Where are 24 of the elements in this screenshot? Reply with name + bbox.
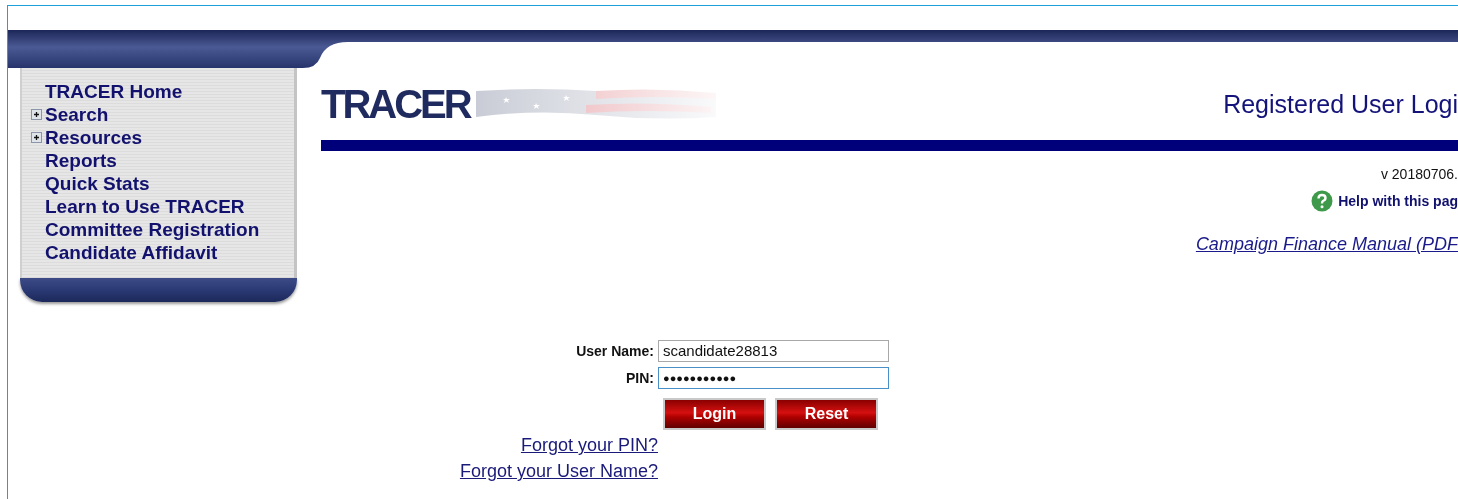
logo: TRACER	[321, 84, 470, 124]
sidebar-link[interactable]: Candidate Affidavit	[45, 241, 218, 264]
page-title: Registered User Logi	[1223, 89, 1458, 119]
sidebar-link[interactable]: Resources	[45, 126, 143, 149]
version-text: v 20180706.	[1380, 165, 1458, 183]
field-label: PIN:	[626, 370, 654, 386]
help-icon[interactable]	[1311, 190, 1334, 212]
input-field[interactable]: scandidate28813	[658, 340, 889, 362]
form-button[interactable]: Reset	[775, 398, 878, 430]
expand-icon[interactable]	[31, 109, 42, 120]
sidebar-link[interactable]: Search	[45, 103, 109, 126]
sidebar-link[interactable]: Quick Stats	[45, 172, 150, 195]
sidebar-link[interactable]: Committee Registration	[45, 218, 260, 241]
help-link[interactable]: Help with this pag	[1338, 193, 1458, 209]
sidebar-link[interactable]: TRACER Home	[45, 80, 183, 103]
input-field[interactable]: ●●●●●●●●●●●	[658, 367, 889, 389]
forgot-link[interactable]: Forgot your PIN?	[520, 435, 658, 456]
form-button[interactable]: Login	[663, 398, 766, 430]
sidebar-link[interactable]: Reports	[45, 149, 117, 172]
sidebar-link[interactable]: Learn to Use TRACER	[45, 195, 245, 218]
field-label: User Name:	[576, 343, 654, 359]
expand-icon[interactable]	[31, 132, 42, 143]
forgot-link[interactable]: Forgot your User Name?	[459, 461, 658, 482]
manual-link[interactable]: Campaign Finance Manual (PDF	[1195, 234, 1458, 255]
